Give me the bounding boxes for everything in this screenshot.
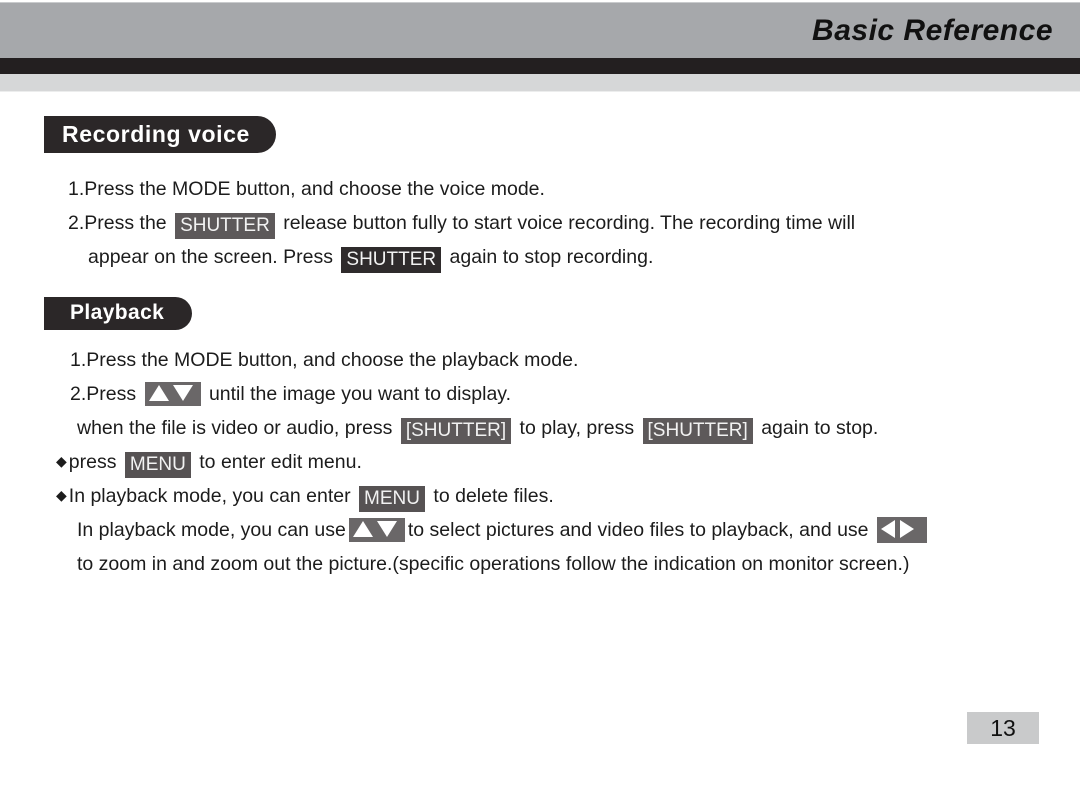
instruction-line: 1.Press the MODE button, and choose the … [68,172,855,206]
section-body-recording-voice: 1.Press the MODE button, and choose the … [68,172,855,274]
key-badge-shutter: [SHUTTER] [642,418,753,444]
diamond-bullet-icon: ◆ [56,453,67,469]
arrow-up-icon [352,520,373,537]
instruction-line: 2.Press the SHUTTER release button fully… [68,206,855,240]
key-badge-shutter: SHUTTER [341,247,442,273]
left-right-arrows-icon [876,516,927,543]
page-title: Basic Reference [812,14,1053,47]
arrow-down-icon [172,384,193,401]
instruction-text: appear on the screen. Press [88,246,339,268]
instruction-line: 2.Press until the image you want to disp… [56,377,930,411]
instruction-line: ◆ In playback mode, you can enter MENU to… [56,479,930,513]
instruction-text: In playback mode, you can enter [68,485,357,507]
section-heading-playback: Playback [44,297,193,331]
diamond-bullet-icon: ◆ [56,487,67,503]
up-down-arrows-icon [144,381,201,406]
instruction-text: when the file is video or audio, press [77,417,398,439]
instruction-line: to zoom in and zoom out the picture.(spe… [56,547,930,581]
instruction-text: press [68,451,122,473]
header-light-rule [0,74,1080,92]
key-badge-menu: MENU [124,452,191,478]
instruction-text: to delete files. [428,485,554,507]
instruction-text: to select pictures and video files to pl… [407,519,874,541]
instruction-line: In playback mode, you can use to select p… [56,513,930,547]
page-number: 13 [967,712,1039,744]
arrow-left-icon [880,519,895,538]
instruction-text: again to stop recording. [444,246,654,268]
key-badge-shutter: [SHUTTER] [400,418,512,444]
instruction-text: In playback mode, you can use [77,519,346,541]
instruction-text: 2.Press [70,383,142,405]
instruction-text: again to stop. [755,417,879,439]
up-down-arrows-icon [348,517,405,542]
instruction-text: to play, press [514,417,640,439]
key-badge-shutter: SHUTTER [175,213,275,239]
instruction-line: 1.Press the MODE button, and choose the … [56,343,930,377]
instruction-text: 2.Press the [68,212,173,234]
arrow-up-icon [148,384,169,401]
instruction-text: 1.Press the MODE button, and choose the … [68,178,545,200]
instruction-text: until the image you want to display. [203,383,512,405]
instruction-line: appear on the screen. Press SHUTTER agai… [68,240,855,274]
instruction-text: 1.Press the MODE button, and choose the … [70,349,579,371]
section-body-playback: 1.Press the MODE button, and choose the … [56,343,930,581]
arrow-down-icon [376,520,397,537]
key-badge-menu: MENU [359,486,425,512]
section-heading-recording-voice: Recording voice [44,116,276,154]
page-header: Basic Reference [0,0,1080,92]
header-dark-rule [0,58,1080,74]
instruction-line: when the file is video or audio, press [… [56,411,930,445]
instruction-text: to zoom in and zoom out the picture.(spe… [77,553,910,575]
arrow-right-icon [899,519,914,538]
instruction-line: ◆ press MENU to enter edit menu. [56,445,930,479]
instruction-text: to enter edit menu. [193,451,362,473]
instruction-text: release button fully to start voice reco… [277,212,856,234]
